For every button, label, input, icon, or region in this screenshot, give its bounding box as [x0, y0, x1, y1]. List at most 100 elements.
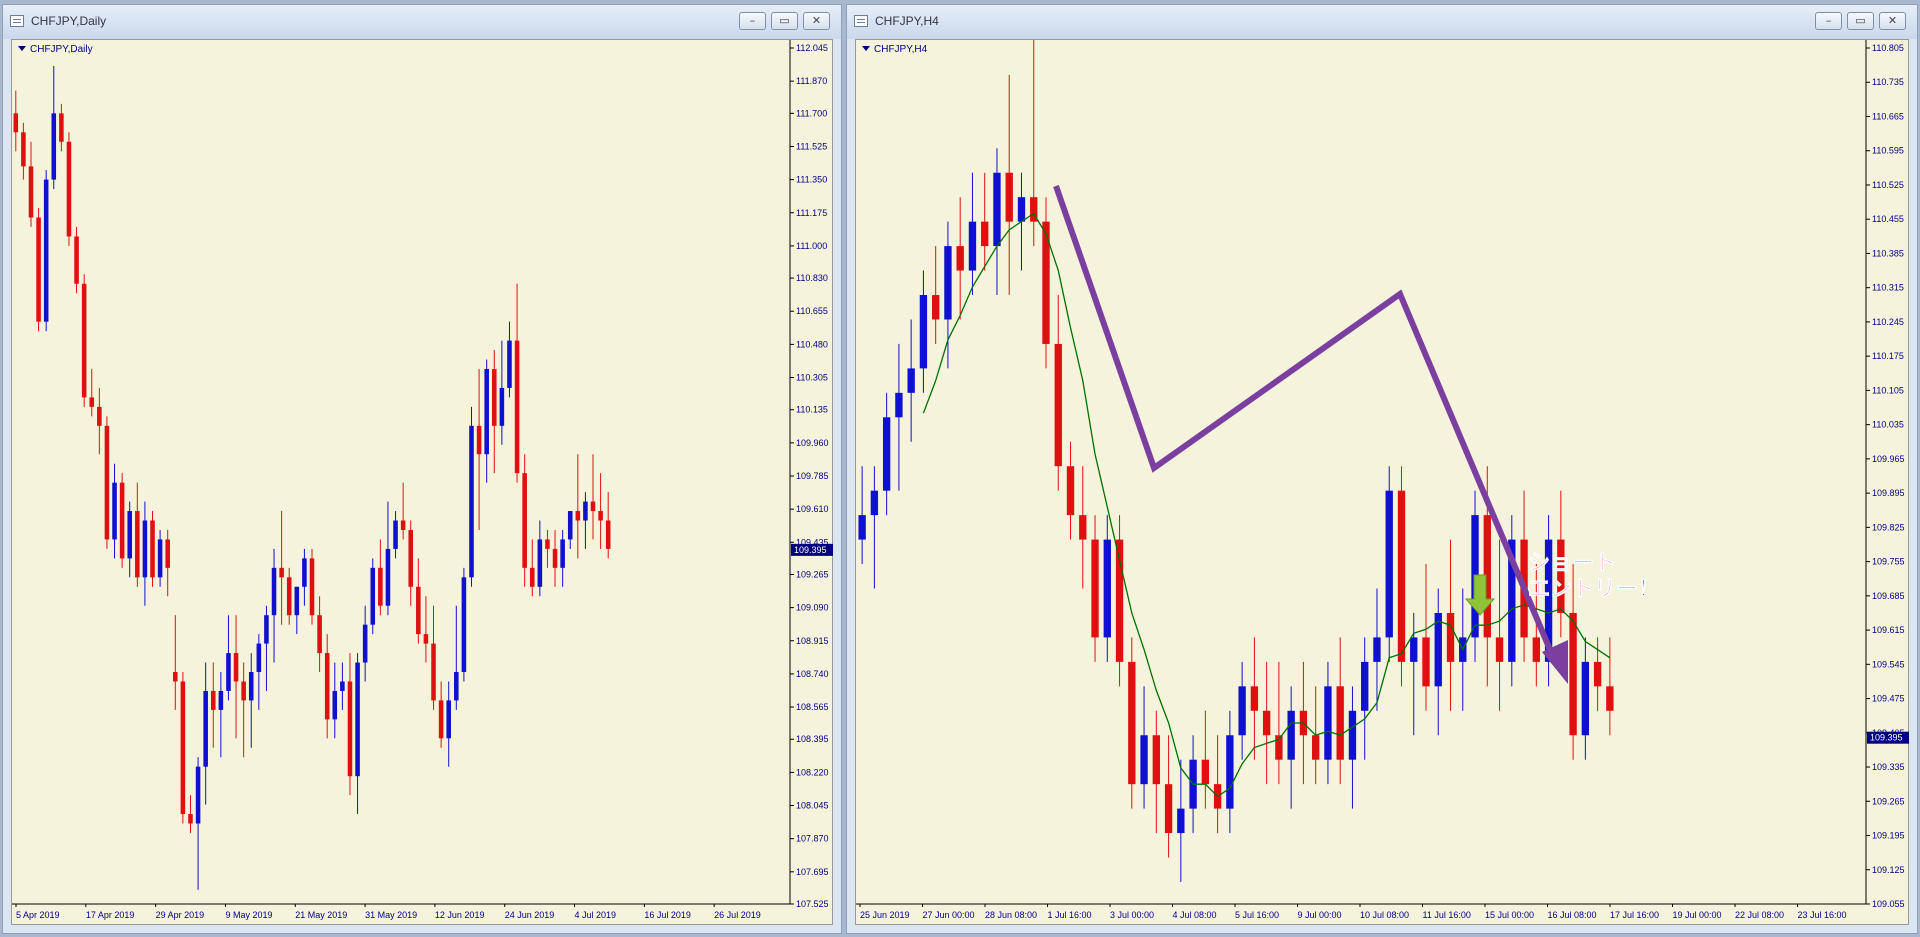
candle-body [981, 221, 989, 247]
candle-body [256, 643, 262, 673]
maximize-button[interactable]: ▭ [1847, 12, 1874, 30]
x-tick-label: 28 Jun 08:00 [985, 910, 1037, 920]
candle-body [157, 539, 163, 578]
candle-body [195, 766, 201, 824]
candle-body [203, 690, 208, 767]
candle-body [529, 567, 535, 587]
y-tick-label: 109.545 [1872, 659, 1905, 669]
y-tick-label: 109.965 [1872, 454, 1905, 464]
candle-body [1201, 759, 1210, 785]
y-tick-label: 109.785 [796, 471, 829, 481]
candle-body [340, 681, 345, 691]
chart-window-icon [854, 15, 868, 27]
candle-body [1336, 686, 1344, 760]
candle-body [882, 417, 891, 491]
candle-body [248, 672, 254, 701]
candle-body [1091, 539, 1099, 638]
chart-window-h4[interactable]: CHFJPY,H4 – ▭ ✕ 110.805 110.735 110.665 110… [846, 4, 1918, 934]
candle-body [21, 132, 26, 167]
candle-body [226, 653, 231, 691]
x-tick-label: 9 May 2019 [225, 910, 272, 920]
y-tick-label: 110.525 [1872, 180, 1904, 190]
candle-body [416, 586, 421, 635]
candle-body [264, 615, 269, 644]
y-tick-label: 107.525 [796, 899, 829, 909]
candle-body [43, 179, 49, 322]
candle-body [1262, 710, 1271, 736]
y-tick-label: 109.895 [1872, 488, 1905, 498]
candle-body [309, 558, 315, 616]
candle-body [66, 141, 72, 237]
y-tick-label: 108.395 [796, 734, 829, 744]
candle-body [1005, 172, 1013, 222]
candle-body [438, 700, 444, 739]
y-tick-label: 108.565 [796, 702, 829, 712]
minimize-button[interactable]: – [1815, 12, 1842, 30]
x-tick-label: 23 Jul 16:00 [1798, 910, 1847, 920]
window-titlebar[interactable]: CHFJPY,H4 – ▭ ✕ [847, 5, 1917, 39]
candle-body [858, 515, 866, 540]
candle-body [1434, 612, 1442, 687]
window-title: CHFJPY,H4 [875, 14, 939, 28]
chart-area-h4[interactable]: 110.805 110.735 110.665 110.595 110.525 110.4… [855, 39, 1909, 925]
candle-body [74, 236, 79, 284]
candle-body [1581, 661, 1590, 736]
maximize-button[interactable]: ▭ [771, 12, 798, 30]
x-tick-label: 19 Jul 00:00 [1673, 910, 1722, 920]
candle-body [932, 295, 940, 320]
y-tick-label: 110.805 [1872, 43, 1904, 53]
annotation-text-line1: ショート [1528, 551, 1616, 576]
candle-body [560, 539, 565, 568]
chart-area-daily[interactable]: 112.045 111.870 111.700 111.525 111.350 111.1… [11, 39, 833, 925]
candle-body [81, 283, 87, 398]
y-tick-label: 108.740 [796, 669, 829, 679]
y-tick-label: 111.870 [796, 76, 827, 86]
candle-body [552, 548, 558, 568]
candle-body [1250, 686, 1259, 711]
chart-window-daily[interactable]: CHFJPY,Daily – ▭ ✕ 112.045 111.870 111.700… [2, 4, 842, 934]
y-tick-label: 109.125 [1872, 865, 1905, 875]
candle-body [97, 406, 102, 426]
window-titlebar[interactable]: CHFJPY,Daily – ▭ ✕ [3, 5, 841, 39]
y-tick-label: 112.045 [796, 43, 828, 53]
candle-body [1373, 637, 1381, 662]
candle-body [1238, 686, 1246, 736]
x-tick-label: 10 Jul 08:00 [1360, 910, 1409, 920]
candle-body [1226, 735, 1234, 809]
candle-body [1446, 612, 1455, 662]
symbol-label[interactable]: CHFJPY,Daily [18, 44, 93, 55]
candle-body [469, 425, 474, 578]
candle-body [1312, 735, 1320, 760]
y-tick-label: 110.305 [796, 373, 828, 383]
y-tick-label: 111.700 [796, 108, 827, 118]
candle-body [514, 340, 520, 474]
y-tick-label: 110.665 [1872, 111, 1904, 121]
candle-body [1054, 343, 1062, 467]
y-tick-label: 109.265 [1872, 796, 1905, 806]
close-button[interactable]: ✕ [1879, 12, 1906, 30]
y-tick-label: 110.595 [1872, 146, 1904, 156]
candle-body [522, 473, 527, 568]
y-tick-label: 109.090 [796, 603, 829, 613]
candle-body [956, 246, 964, 271]
minimize-button[interactable]: – [739, 12, 766, 30]
x-tick-label: 26 Jul 2019 [714, 910, 761, 920]
candle-body [36, 217, 41, 322]
y-tick-label: 110.035 [1872, 420, 1904, 430]
candle-body [476, 425, 482, 455]
candle-body [907, 368, 915, 393]
candle-body [598, 511, 603, 521]
y-tick-label: 108.915 [796, 636, 829, 646]
candle-body [1164, 784, 1173, 834]
candle-body [142, 520, 148, 578]
current-price-label: 109.395 [794, 545, 827, 555]
candle-body [944, 246, 952, 320]
symbol-label[interactable]: CHFJPY,H4 [862, 44, 927, 55]
candle-body [317, 615, 322, 654]
y-tick-label: 109.960 [796, 438, 829, 448]
close-button[interactable]: ✕ [803, 12, 830, 30]
x-tick-label: 3 Jul 00:00 [1110, 910, 1154, 920]
x-tick-label: 5 Jul 16:00 [1235, 910, 1279, 920]
candle-body [241, 681, 246, 701]
candle-body [431, 643, 436, 701]
